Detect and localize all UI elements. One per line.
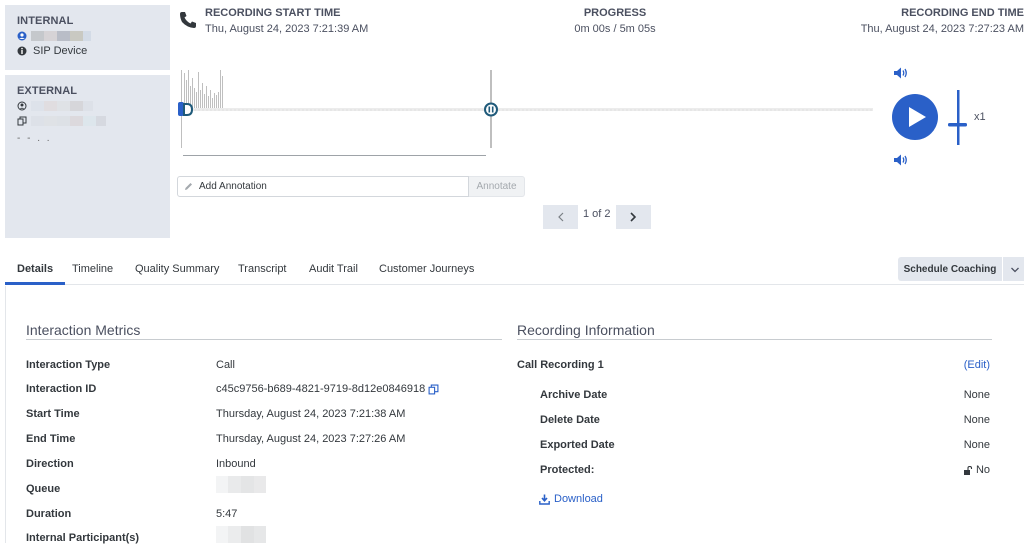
chevron-down-icon bbox=[1011, 267, 1019, 272]
recording-label: Delete Date bbox=[540, 414, 600, 426]
speed-slider[interactable] bbox=[948, 90, 968, 145]
recording-start-value: Thu, August 24, 2023 7:21:39 AM bbox=[205, 23, 369, 35]
tab-customer-journeys[interactable]: Customer Journeys bbox=[379, 257, 474, 285]
external-participant-card: EXTERNAL - - . . bbox=[5, 75, 170, 238]
recording-end-label: RECORDING END TIME bbox=[901, 7, 1024, 19]
redacted-phone bbox=[31, 116, 106, 126]
tab-transcript[interactable]: Transcript bbox=[238, 257, 287, 285]
schedule-coaching-dropdown[interactable] bbox=[1003, 257, 1024, 281]
divider bbox=[26, 339, 502, 340]
next-page-button[interactable] bbox=[615, 205, 651, 229]
info-icon bbox=[17, 46, 27, 56]
device-label: SIP Device bbox=[33, 45, 88, 57]
timeline-track bbox=[178, 108, 873, 111]
download-link[interactable]: Download bbox=[539, 493, 603, 505]
waveform[interactable] bbox=[178, 68, 873, 160]
divider bbox=[517, 339, 992, 340]
recording-label: Exported Date bbox=[540, 439, 615, 451]
recording-end: RECORDING END TIME Thu, August 24, 2023 … bbox=[861, 7, 1024, 35]
schedule-coaching-button[interactable]: Schedule Coaching bbox=[898, 257, 1002, 281]
phone-icon bbox=[180, 12, 196, 28]
tab-details[interactable]: Details bbox=[5, 257, 66, 285]
metric-value: Thursday, August 24, 2023 7:27:26 AM bbox=[216, 433, 406, 445]
recording-pager: 1 of 2 bbox=[543, 205, 651, 229]
interaction-metrics-title: Interaction Metrics bbox=[26, 322, 141, 338]
detail-tabs: Details Timeline Quality Summary Transcr… bbox=[5, 257, 1024, 285]
details-panel: Interaction Metrics Interaction Type Cal… bbox=[5, 286, 1024, 546]
external-phone-row bbox=[17, 115, 158, 127]
tab-quality-summary[interactable]: Quality Summary bbox=[135, 257, 219, 285]
pause-marker-icon bbox=[484, 102, 498, 117]
recording-label: Archive Date bbox=[540, 389, 608, 401]
metric-label: Queue bbox=[26, 483, 61, 495]
internal-title: INTERNAL bbox=[17, 15, 74, 27]
metric-value: Inbound bbox=[216, 458, 256, 470]
unlock-icon bbox=[963, 465, 972, 475]
redacted-queue bbox=[216, 476, 266, 496]
recording-label: Protected: bbox=[540, 464, 595, 476]
chevron-right-icon bbox=[630, 212, 637, 222]
metric-value: 5:47 bbox=[216, 508, 238, 520]
recording-name: Call Recording 1 bbox=[517, 359, 604, 371]
previous-page-button[interactable] bbox=[543, 205, 578, 229]
annotation-input[interactable] bbox=[199, 181, 449, 192]
pencil-icon bbox=[185, 183, 192, 190]
download-label: Download bbox=[554, 493, 603, 505]
external-title: EXTERNAL bbox=[17, 85, 78, 97]
play-icon bbox=[909, 107, 926, 127]
selection-range-line bbox=[183, 155, 486, 156]
recording-value: None bbox=[963, 414, 990, 426]
tab-timeline[interactable]: Timeline bbox=[72, 257, 113, 285]
redacted-participants bbox=[216, 526, 266, 546]
volume-icon[interactable] bbox=[893, 66, 909, 80]
volume-icon[interactable] bbox=[893, 153, 909, 167]
metric-label: Start Time bbox=[26, 408, 80, 420]
page-indicator: 1 of 2 bbox=[583, 208, 611, 220]
download-icon bbox=[539, 494, 550, 505]
redacted-name bbox=[31, 31, 91, 41]
device-row: SIP Device bbox=[17, 45, 158, 57]
annotation-field[interactable] bbox=[177, 176, 469, 197]
user-circle-icon bbox=[17, 101, 27, 111]
external-user-row bbox=[17, 100, 158, 112]
tab-audit-trail[interactable]: Audit Trail bbox=[309, 257, 358, 285]
edit-recording-link[interactable]: (Edit) bbox=[964, 359, 990, 371]
metric-value: c45c9756-b689-4821-9719-8d12e0846918 bbox=[216, 383, 426, 395]
internal-participant-card: INTERNAL SIP Device bbox=[5, 5, 170, 70]
protected-status: No bbox=[963, 464, 990, 476]
recording-value: None bbox=[963, 389, 990, 401]
playhead-icon bbox=[183, 103, 194, 116]
recording-start-label: RECORDING START TIME bbox=[205, 7, 341, 19]
recording-value: No bbox=[975, 464, 990, 476]
redacted-name bbox=[31, 101, 93, 111]
metric-label: Interaction ID bbox=[26, 383, 97, 395]
speed-label: x1 bbox=[974, 111, 986, 123]
metric-label: Direction bbox=[26, 458, 74, 470]
play-button[interactable] bbox=[892, 94, 938, 140]
progress: PROGRESS 0m 00s / 5m 05s bbox=[540, 7, 690, 35]
copy-icon[interactable] bbox=[17, 116, 27, 126]
internal-user-row bbox=[17, 30, 158, 42]
metric-label: End Time bbox=[26, 433, 76, 445]
recording-start: RECORDING START TIME Thu, August 24, 202… bbox=[205, 7, 368, 35]
speed-slider-handle bbox=[948, 123, 967, 127]
chevron-left-icon bbox=[557, 212, 563, 222]
progress-value: 0m 00s / 5m 05s bbox=[574, 23, 656, 35]
external-extra: - - . . bbox=[17, 133, 52, 144]
progress-label: PROGRESS bbox=[583, 7, 647, 19]
recording-information-title: Recording Information bbox=[517, 322, 655, 338]
annotate-button[interactable]: Annotate bbox=[469, 176, 525, 197]
participants-panel: INTERNAL SIP Device EXTERNAL - - . . bbox=[5, 5, 170, 238]
copy-icon[interactable] bbox=[428, 384, 439, 395]
interaction-id-value: c45c9756-b689-4821-9719-8d12e0846918 bbox=[216, 383, 439, 395]
metric-label: Interaction Type bbox=[26, 359, 111, 371]
metric-label: Internal Participant(s) bbox=[26, 532, 140, 544]
recording-value: None bbox=[963, 439, 990, 451]
metric-value: Call bbox=[216, 359, 235, 371]
metric-value: Thursday, August 24, 2023 7:21:38 AM bbox=[216, 408, 406, 420]
recording-end-value: Thu, August 24, 2023 7:27:23 AM bbox=[860, 23, 1024, 35]
user-circle-icon bbox=[17, 31, 27, 41]
metric-label: Duration bbox=[26, 508, 72, 520]
